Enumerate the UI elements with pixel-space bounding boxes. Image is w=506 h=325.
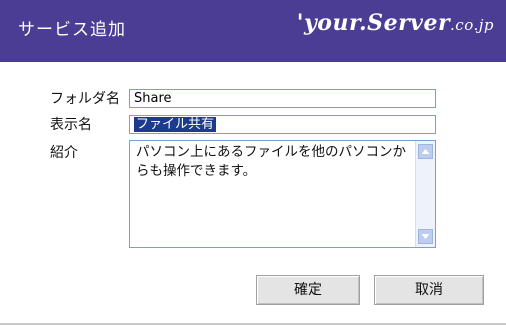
dialog-titlebar: サービス追加 'your.Server.co.jp <box>0 0 506 62</box>
brand-logo-domain: .co.jp <box>450 16 494 34</box>
dialog-title: サービス追加 <box>18 20 126 40</box>
add-service-dialog: サービス追加 'your.Server.co.jp フォルダ名 Share 表示… <box>0 0 506 325</box>
cancel-button[interactable]: 取消 <box>374 275 484 305</box>
scroll-up-button[interactable] <box>418 144 433 159</box>
display-name-label: 表示名 <box>50 117 92 133</box>
folder-name-label: フォルダ名 <box>50 91 120 107</box>
folder-name-value: Share <box>134 91 172 106</box>
display-name-input[interactable]: ファイル共有 <box>129 115 436 134</box>
description-textarea[interactable]: パソコン上にあるファイルを他のパソコンからも操作できます。 <box>129 140 436 248</box>
ok-button[interactable]: 確定 <box>256 275 360 305</box>
description-scrollbar[interactable] <box>415 141 435 247</box>
description-label: 紹介 <box>50 145 78 161</box>
brand-logo-main: 'your.Server <box>296 10 451 36</box>
scroll-down-button[interactable] <box>418 229 433 244</box>
brand-logo: 'your.Server.co.jp <box>297 10 494 36</box>
description-value: パソコン上にあるファイルを他のパソコンからも操作できます。 <box>136 144 406 179</box>
folder-name-input[interactable]: Share <box>129 89 436 108</box>
chevron-down-icon <box>421 234 430 239</box>
chevron-up-icon <box>421 149 430 154</box>
display-name-value: ファイル共有 <box>134 117 217 132</box>
